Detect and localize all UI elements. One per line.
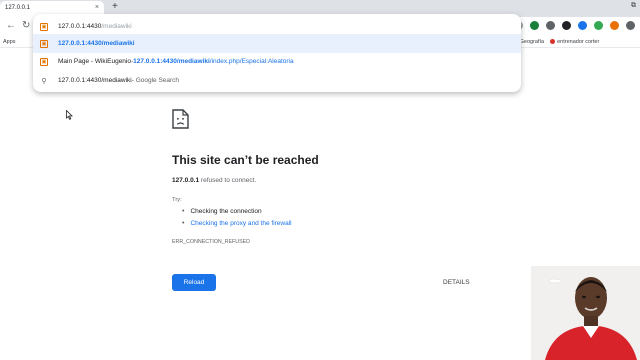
new-tab-button[interactable]: + <box>112 1 118 12</box>
bookmark-entrenador[interactable]: entrenador corter <box>557 39 599 45</box>
mediawiki-favicon-icon: ▣ <box>40 57 48 66</box>
tab-close-icon[interactable]: × <box>95 4 99 11</box>
omnibox-dropdown: ▣ 127.0.0.1:4430/mediawiki ▣ 127.0.0.1:4… <box>33 14 521 92</box>
suggestion-url: 127.0.0.1:4430/mediawiki <box>58 40 135 47</box>
extension-icon[interactable] <box>578 21 587 30</box>
window-restore-icon[interactable]: ⧉ <box>631 2 636 10</box>
video-icon[interactable] <box>562 21 571 30</box>
error-description: 127.0.0.1 refused to connect. <box>172 177 256 184</box>
back-icon[interactable]: ← <box>6 20 16 31</box>
presenter-image <box>531 266 640 360</box>
suggestion-text: Checking the connection <box>190 208 262 215</box>
search-query: 127.0.0.1:4430/mediawiki <box>58 77 132 84</box>
details-button[interactable]: DETAILS <box>443 279 470 286</box>
mediawiki-favicon-icon: ▣ <box>40 22 48 31</box>
profile-avatar-icon[interactable] <box>610 21 619 30</box>
menu-icon[interactable] <box>626 21 635 30</box>
address-completion: /mediawiki <box>101 23 132 30</box>
grammarly-icon[interactable] <box>530 21 539 30</box>
suggestion-list: Checking the connection Checking the pro… <box>182 208 292 232</box>
omnibox-suggestion[interactable]: ▣ Main Page - WikiEugenio - 127.0.0.1:44… <box>33 52 521 71</box>
omnibox-suggestion[interactable]: ▣ 127.0.0.1:4430/mediawiki <box>33 34 521 53</box>
suggestion-title: Main Page - WikiEugenio <box>58 58 131 65</box>
webcam-overlay <box>531 266 640 360</box>
mediawiki-favicon-icon: ▣ <box>40 39 48 48</box>
suggestion-url-rest: /index.php/Especial:Aleatoria <box>209 58 294 65</box>
bookmark-favicon-icon <box>550 39 556 45</box>
address-typed: 127.0.0.1:4430 <box>58 23 102 30</box>
search-suffix: - Google Search <box>131 77 180 84</box>
suggestion-check-connection: Checking the connection <box>182 208 292 215</box>
extension-icon[interactable] <box>594 21 603 30</box>
search-icon: ⚲ <box>41 77 47 85</box>
mouse-cursor-icon <box>66 110 73 120</box>
error-code: ERR_CONNECTION_REFUSED <box>172 239 250 245</box>
extension-icons <box>514 21 635 30</box>
suggestion-url-bold: 127.0.0.1:4430/mediawiki <box>133 58 210 65</box>
suggestion-check-proxy[interactable]: Checking the proxy and the firewall <box>182 220 291 227</box>
sad-page-icon <box>172 109 189 129</box>
volume-icon[interactable] <box>546 21 555 30</box>
tab-title: 127.0.0.1 <box>5 5 31 11</box>
refresh-icon[interactable]: ↻ <box>22 20 30 31</box>
error-message: refused to connect. <box>199 177 257 184</box>
try-label: Try: <box>172 197 182 203</box>
omnibox-suggestion[interactable]: ⚲ 127.0.0.1:4430/mediawiki - Google Sear… <box>33 71 521 90</box>
reload-button[interactable]: Reload <box>172 274 216 291</box>
suggestion-link[interactable]: Checking the proxy and the firewall <box>190 220 291 227</box>
error-host: 127.0.0.1 <box>172 177 200 184</box>
bookmark-apps[interactable]: Apps <box>3 39 16 45</box>
error-title: This site can’t be reached <box>172 153 319 167</box>
